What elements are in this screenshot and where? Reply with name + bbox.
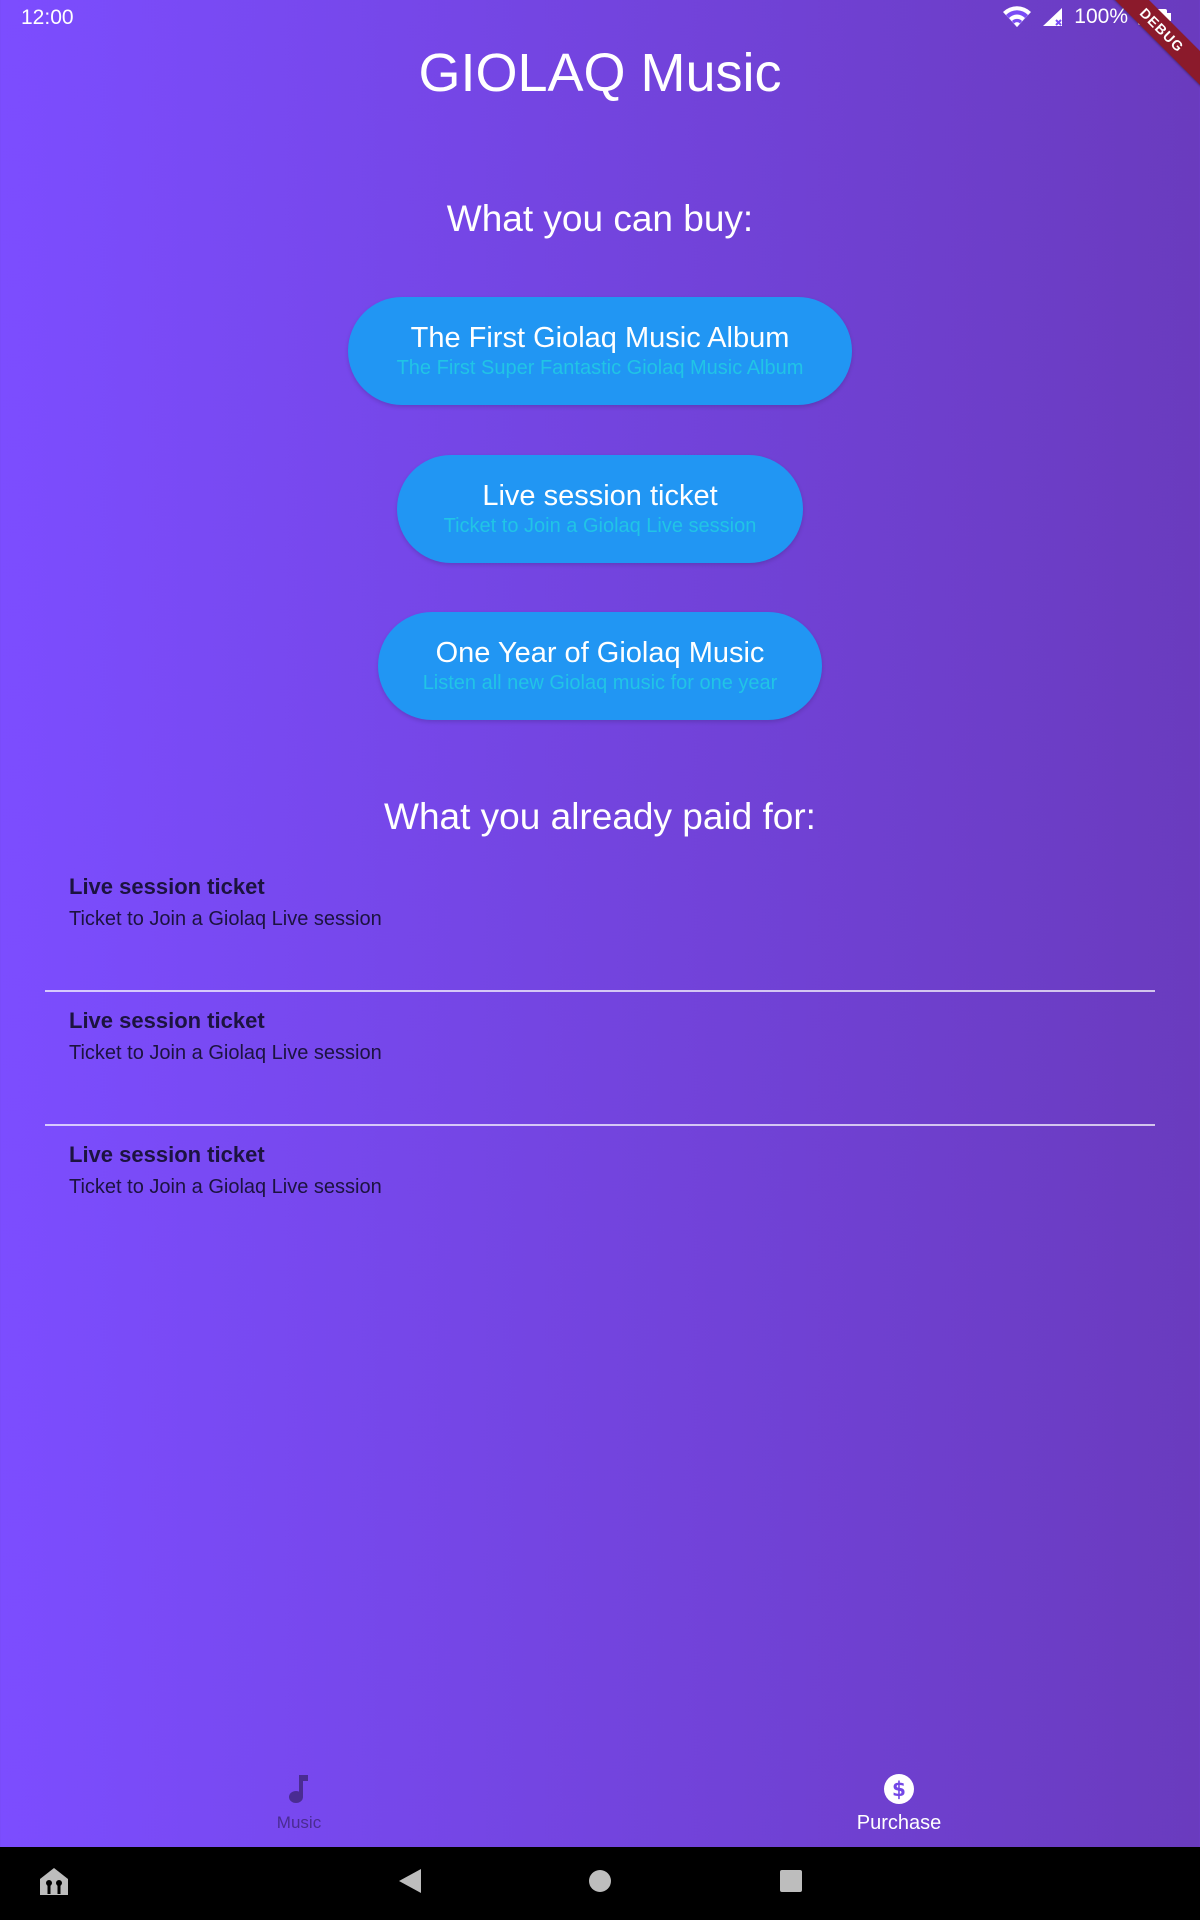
paid-list-item[interactable]: Live session ticket Ticket to Join a Gio… xyxy=(45,858,1155,990)
status-bar: 12:00 100% DEBUG xyxy=(0,0,1200,96)
accessibility-button[interactable] xyxy=(32,1847,76,1920)
paid-item-description: Ticket to Join a Giolaq Live session xyxy=(69,908,382,930)
paid-list-item[interactable]: Live session ticket Ticket to Join a Gio… xyxy=(45,992,1155,1124)
product-button-album[interactable]: The First Giolaq Music Album The First S… xyxy=(348,297,852,405)
home-button[interactable] xyxy=(570,1847,630,1920)
back-button[interactable] xyxy=(380,1847,440,1920)
product-title: One Year of Giolaq Music xyxy=(435,637,765,669)
dollar-circle-icon: $ xyxy=(883,1773,915,1810)
recents-button[interactable] xyxy=(761,1847,821,1920)
paid-item-description: Ticket to Join a Giolaq Live session xyxy=(69,1176,382,1198)
product-button-one-year[interactable]: One Year of Giolaq Music Listen all new … xyxy=(378,612,822,720)
nav-item-music[interactable]: Music xyxy=(199,1760,399,1847)
app-title: GIOLAQ Music xyxy=(418,43,782,103)
home-circle-icon xyxy=(588,1869,612,1898)
paid-item-description: Ticket to Join a Giolaq Live session xyxy=(69,1042,382,1064)
status-time: 12:00 xyxy=(21,6,74,29)
nav-label-music: Music xyxy=(276,1813,322,1832)
paid-list-item[interactable]: Live session ticket Ticket to Join a Gio… xyxy=(45,1126,1155,1258)
system-navigation-bar xyxy=(0,1847,1200,1920)
recents-square-icon xyxy=(779,1869,803,1898)
accessibility-icon xyxy=(37,1865,71,1902)
svg-text:$: $ xyxy=(892,1777,906,1801)
buy-section-title: What you can buy: xyxy=(446,198,754,239)
paid-item-title: Live session ticket xyxy=(69,1008,265,1033)
nav-item-purchase[interactable]: $ Purchase xyxy=(799,1760,999,1847)
nav-label-purchase: Purchase xyxy=(856,1811,942,1834)
product-button-live-ticket[interactable]: Live session ticket Ticket to Join a Gio… xyxy=(397,455,803,563)
product-description: Listen all new Giolaq music for one year xyxy=(422,672,778,694)
paid-section-title: What you already paid for: xyxy=(384,796,816,837)
paid-list: Live session ticket Ticket to Join a Gio… xyxy=(45,858,1155,1258)
battery-text: 100% xyxy=(1074,5,1128,28)
paid-item-title: Live session ticket xyxy=(69,1142,265,1167)
product-description: The First Super Fantastic Giolaq Music A… xyxy=(396,357,804,379)
product-title: The First Giolaq Music Album xyxy=(410,322,790,354)
cell-signal-icon xyxy=(1042,7,1064,27)
bottom-navigation: Music $ Purchase xyxy=(0,1760,1200,1847)
paid-item-title: Live session ticket xyxy=(69,874,265,899)
product-description: Ticket to Join a Giolaq Live session xyxy=(443,515,757,537)
back-triangle-icon xyxy=(397,1868,423,1899)
music-note-icon xyxy=(286,1774,312,1809)
wifi-icon xyxy=(1002,6,1032,28)
product-title: Live session ticket xyxy=(482,480,718,512)
